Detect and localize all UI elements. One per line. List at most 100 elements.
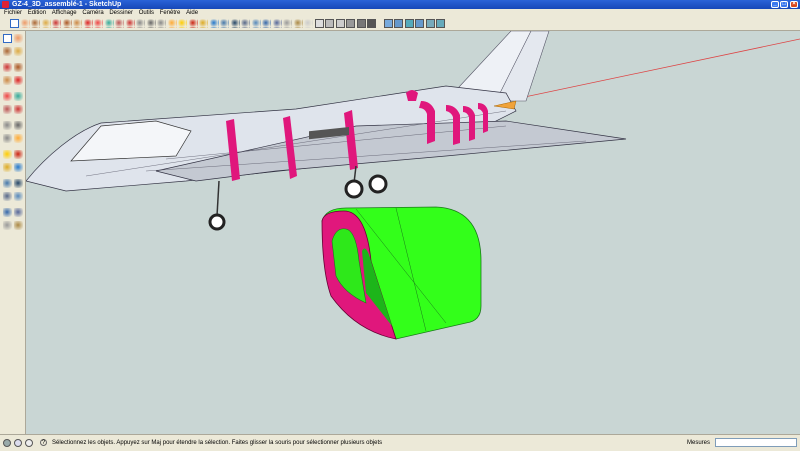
left-zoom-extents-tool-icon[interactable]: [14, 192, 23, 201]
axes-tool-icon[interactable]: [188, 19, 198, 28]
protractor-tool-icon[interactable]: [167, 19, 177, 28]
left-text-tool-icon[interactable]: [3, 150, 12, 159]
previous-view-tool-icon[interactable]: [262, 19, 271, 28]
select-tool-icon[interactable]: [10, 19, 19, 28]
left-scale-tool-icon[interactable]: [3, 121, 12, 130]
menu-bar: Fichier Edition Affichage Caméra Dessine…: [0, 9, 800, 17]
status-message: Sélectionnez les objets. Appuyez sur Maj…: [52, 440, 383, 446]
wireframe-style-icon[interactable]: [325, 19, 334, 28]
left-tape-measure-tool-icon[interactable]: [14, 121, 23, 130]
title-bar: GZ-4_3D_assemblé-1 - SketchUp _ □ ×: [0, 0, 800, 9]
left-zoom-window-tool-icon[interactable]: [3, 192, 12, 201]
3d-text-tool-icon[interactable]: [199, 19, 208, 28]
left-eraser-tool-icon[interactable]: [14, 34, 23, 43]
window-title: GZ-4_3D_assemblé-1 - SketchUp: [12, 1, 122, 8]
left-rotate-tool-icon[interactable]: [14, 105, 23, 114]
menu-edition[interactable]: Edition: [28, 9, 46, 17]
left-view-icon[interactable]: [436, 19, 445, 28]
menu-aide[interactable]: Aide: [186, 9, 198, 17]
scale-tool-icon[interactable]: [136, 19, 145, 28]
nose-wheel: [208, 213, 226, 231]
fuselage-frame: [406, 90, 418, 101]
menu-affichage[interactable]: Affichage: [52, 9, 77, 17]
left-move-tool-icon[interactable]: [3, 105, 12, 114]
menu-fenetre[interactable]: Fenêtre: [160, 9, 181, 17]
left-protractor-tool-icon[interactable]: [14, 134, 23, 143]
menu-dessiner[interactable]: Dessiner: [109, 9, 133, 17]
arc-tool-icon[interactable]: [73, 19, 82, 28]
menu-fichier[interactable]: Fichier: [4, 9, 22, 17]
left-position-camera-tool-icon[interactable]: [14, 208, 23, 217]
follow-me-tool-icon[interactable]: [94, 19, 103, 28]
pan-tool-icon[interactable]: [220, 19, 229, 28]
left-zoom-tool-icon[interactable]: [14, 179, 23, 188]
text-tool-icon[interactable]: [178, 19, 187, 28]
left-offset-tool-icon[interactable]: [14, 92, 23, 101]
move-tool-icon[interactable]: [115, 19, 124, 28]
look-around-tool-icon[interactable]: [283, 19, 292, 28]
hidden-line-style-icon[interactable]: [335, 19, 345, 28]
measurements-input[interactable]: [715, 438, 797, 447]
user-icon[interactable]: [25, 439, 33, 447]
cockpit-canopy: [70, 120, 192, 162]
left-push-pull-tool-icon[interactable]: [14, 76, 23, 85]
left-paint-bucket-tool-icon[interactable]: [3, 47, 12, 56]
top-view-icon[interactable]: [394, 19, 403, 28]
walk-tool-icon[interactable]: [293, 19, 303, 28]
main-wheel-right: [368, 174, 388, 194]
3d-viewport[interactable]: [26, 31, 800, 434]
main-toolbar: [0, 17, 800, 31]
left-circle-tool-icon[interactable]: [14, 63, 23, 72]
zoom-extents-tool-icon[interactable]: [251, 19, 261, 28]
tape-measure-tool-icon[interactable]: [146, 19, 156, 28]
rectangle-tool-icon[interactable]: [41, 19, 51, 28]
iso-view-icon[interactable]: [383, 19, 393, 28]
menu-outils[interactable]: Outils: [139, 9, 154, 17]
shaded-textures-style-icon[interactable]: [356, 19, 366, 28]
left-axes-tool-icon[interactable]: [14, 150, 23, 159]
rotate-tool-icon[interactable]: [125, 19, 135, 28]
minimize-button[interactable]: _: [771, 1, 779, 8]
circle-tool-icon[interactable]: [62, 19, 72, 28]
orbit-tool-icon[interactable]: [209, 19, 219, 28]
model-canvas: [26, 31, 800, 340]
right-view-icon[interactable]: [415, 19, 424, 28]
selected-fuselage-section[interactable]: [321, 206, 482, 340]
geo-location-icon[interactable]: [3, 439, 11, 447]
shaded-style-icon[interactable]: [346, 19, 355, 28]
close-button[interactable]: ×: [790, 1, 798, 8]
dimension-tool-icon[interactable]: [157, 19, 166, 28]
front-view-icon[interactable]: [404, 19, 414, 28]
left-pencil-tool-icon[interactable]: [3, 63, 12, 72]
left-walk-tool-icon[interactable]: [14, 221, 23, 230]
menu-camera[interactable]: Caméra: [82, 9, 103, 17]
left-pan-tool-icon[interactable]: [3, 179, 12, 188]
left-3d-text-tool-icon[interactable]: [3, 163, 12, 172]
left-dimension-tool-icon[interactable]: [3, 134, 12, 143]
maximize-button[interactable]: □: [780, 1, 788, 8]
left-arc-tool-icon[interactable]: [3, 76, 12, 85]
zoom-tool-icon[interactable]: [230, 19, 240, 28]
offset-tool-icon[interactable]: [104, 19, 114, 28]
position-camera-tool-icon[interactable]: [272, 19, 282, 28]
push-pull-tool-icon[interactable]: [83, 19, 93, 28]
left-orbit-tool-icon[interactable]: [14, 163, 23, 172]
nose-gear-strut: [216, 180, 220, 217]
left-rectangle-tool-icon[interactable]: [14, 47, 23, 56]
left-follow-me-tool-icon[interactable]: [3, 92, 12, 101]
zoom-window-tool-icon[interactable]: [241, 19, 250, 28]
left-look-around-tool-icon[interactable]: [3, 221, 12, 230]
measurements-label: Mesures: [687, 440, 711, 446]
paint-bucket-tool-icon[interactable]: [31, 19, 40, 28]
credits-icon[interactable]: [14, 439, 22, 447]
eraser-tool-icon[interactable]: [20, 19, 30, 28]
back-view-icon[interactable]: [425, 19, 435, 28]
large-tool-set: [0, 31, 26, 434]
left-previous-view-tool-icon[interactable]: [3, 208, 12, 217]
pencil-tool-icon[interactable]: [52, 19, 61, 28]
monochrome-style-icon[interactable]: [367, 19, 376, 28]
left-select-tool-icon[interactable]: [3, 34, 12, 43]
x-ray-style-icon[interactable]: [314, 19, 324, 28]
section-plane-tool-icon[interactable]: [304, 19, 313, 28]
help-icon[interactable]: ?: [40, 439, 47, 446]
